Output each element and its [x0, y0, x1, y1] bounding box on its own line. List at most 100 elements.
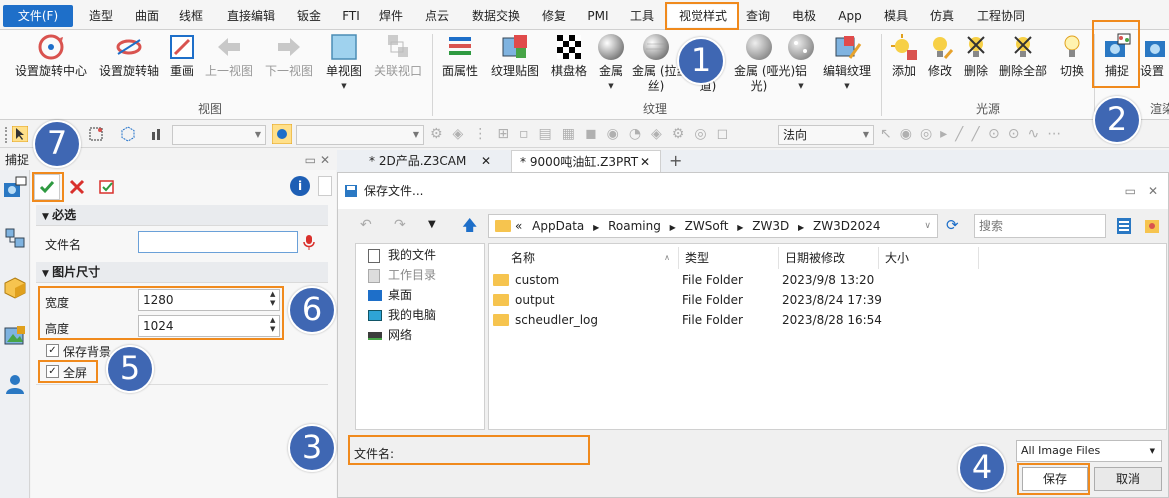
tree-item-work-directory[interactable]: 工作目录 [368, 266, 436, 284]
image-size-section-header[interactable]: ▼ 图片尺寸 [36, 262, 328, 283]
matte-metal-button[interactable]: 金属 (哑光) 光) [734, 32, 795, 94]
filter-combo[interactable]: ▼ [172, 125, 266, 145]
redraw-button[interactable]: 重画 [166, 32, 198, 79]
face-attribute-button[interactable]: 面属性 [440, 32, 480, 79]
menu-fti[interactable]: FTI [338, 5, 364, 27]
up-folder-icon[interactable]: 🡅 [462, 215, 477, 240]
delete-light-button[interactable]: 删除 [960, 32, 992, 79]
info-icon[interactable]: i [290, 176, 310, 196]
menu-modeling[interactable]: 造型 [85, 5, 117, 27]
breadcrumb-appdata[interactable]: AppData [532, 219, 584, 233]
menu-collaboration[interactable]: 工程协同 [972, 5, 1030, 27]
tree-item-my-computer[interactable]: 我的电脑 [368, 306, 436, 324]
menu-query[interactable]: 查询 [742, 5, 774, 27]
tab-2d-product[interactable]: * 2D产品.Z3CAM ✕ [361, 150, 501, 172]
comment-icon[interactable]: ▭ [1125, 173, 1136, 209]
tree-item-network[interactable]: 网络 [368, 326, 412, 344]
forward-icon[interactable]: ↷ [394, 217, 406, 233]
tab-cylinder-part[interactable]: * 9000吨油缸.Z3PRT ✕ [511, 150, 661, 172]
menu-data-exchange[interactable]: 数据交换 [466, 5, 526, 27]
previous-view-button[interactable]: 上一视图 [204, 32, 254, 79]
menu-tools[interactable]: 工具 [626, 5, 658, 27]
edit-texture-button[interactable]: 编辑纹理 ▼ [820, 32, 874, 94]
assembly-tree-icon[interactable] [3, 226, 27, 250]
menu-repair[interactable]: 修复 [538, 5, 570, 27]
close-icon[interactable]: ✕ [640, 151, 650, 173]
breadcrumb-roaming[interactable]: Roaming [608, 219, 661, 233]
filename-input[interactable] [138, 231, 298, 253]
menu-sheetmetal[interactable]: 钣金 [292, 5, 326, 27]
column-type[interactable]: 类型 [679, 247, 779, 269]
view-mode-icon[interactable] [1116, 217, 1132, 235]
user-icon[interactable] [3, 372, 27, 396]
table-row[interactable]: output File Folder 2023/8/24 17:39 [489, 290, 1166, 310]
column-date-modified[interactable]: 日期被修改 [779, 247, 879, 269]
column-name[interactable]: 名称 ∧ [505, 247, 679, 269]
breadcrumb-zw3d[interactable]: ZW3D [752, 219, 789, 233]
menu-weldment[interactable]: 焊件 [374, 5, 408, 27]
normal-direction-combo[interactable]: 法向 ▼ [778, 125, 874, 145]
menu-wireframe[interactable]: 线框 [175, 5, 207, 27]
record-icon[interactable] [302, 234, 316, 250]
cancel-panel-button[interactable] [64, 174, 90, 200]
column-size[interactable]: 大小 [879, 247, 979, 269]
grid-select-icon[interactable] [88, 126, 104, 142]
delete-all-lights-button[interactable]: 删除全部 [996, 32, 1050, 79]
breadcrumb-zwsoft[interactable]: ZWSoft [685, 219, 729, 233]
menu-electrode[interactable]: 电极 [788, 5, 820, 27]
menu-file[interactable]: 文件(F) [3, 5, 73, 27]
capture-panel-icon[interactable] [3, 176, 27, 200]
refresh-icon[interactable]: ⟳ [946, 216, 959, 234]
toggle-light-button[interactable]: 切换 [1056, 32, 1088, 79]
preview-icon[interactable] [1144, 217, 1160, 235]
single-view-button[interactable]: 单视图 ▼ [324, 32, 364, 94]
checkerboard-button[interactable]: 棋盘格 [548, 32, 590, 79]
dialog-close-icon[interactable]: ✕ [1148, 173, 1158, 209]
menu-simulation[interactable]: 仿真 [926, 5, 958, 27]
pick-filter-icon[interactable] [272, 124, 292, 144]
table-row[interactable]: scheudler_log File Folder 2023/8/28 16:5… [489, 310, 1166, 330]
menu-pointcloud[interactable]: 点云 [420, 5, 454, 27]
brushed-metal-button[interactable]: 金属 (拉丝) 丝) [632, 32, 693, 94]
panel-expand-icon[interactable] [318, 176, 332, 196]
modify-light-button[interactable]: 修改 [924, 32, 956, 79]
texture-map-button[interactable]: 纹理贴图 [488, 32, 542, 79]
search-input[interactable]: 搜索 [974, 214, 1106, 238]
keep-background-checkbox[interactable]: ✓ [46, 344, 59, 357]
set-rotation-axis-button[interactable]: 设置旋转轴 [96, 32, 162, 79]
file-type-select[interactable]: All Image Files ▼ [1016, 440, 1162, 462]
apply-button[interactable] [94, 174, 120, 200]
grip-handle[interactable] [5, 127, 7, 143]
address-dropdown-icon[interactable]: ∨ [924, 215, 931, 237]
tree-item-my-files[interactable]: 我的文件 [368, 246, 436, 264]
menu-surface[interactable]: 曲面 [131, 5, 163, 27]
menu-app[interactable]: App [834, 5, 866, 27]
filter-icon[interactable] [150, 126, 166, 142]
tree-item-desktop[interactable]: 桌面 [368, 286, 412, 304]
add-light-button[interactable]: 添加 [886, 32, 922, 79]
part-cube-icon[interactable] [3, 276, 27, 300]
pin-icon[interactable]: ▭ [305, 150, 316, 170]
close-icon[interactable]: ✕ [320, 150, 330, 170]
select-cursor-icon[interactable] [12, 126, 28, 142]
address-bar[interactable]: « AppData ▶ Roaming ▶ ZWSoft ▶ ZW3D ▶ ZW… [488, 214, 938, 238]
table-row[interactable]: custom File Folder 2023/9/8 13:20 [489, 270, 1166, 290]
breadcrumb-root[interactable]: « [515, 219, 522, 233]
image-layer-icon[interactable] [3, 324, 27, 348]
back-icon[interactable]: ↶ [360, 217, 372, 233]
linked-viewport-button[interactable]: 关联视口 [372, 32, 424, 79]
menu-pmi[interactable]: PMI [582, 5, 614, 27]
hexagon-icon[interactable] [120, 126, 136, 142]
next-view-button[interactable]: 下一视图 [264, 32, 314, 79]
add-tab-button[interactable]: + [661, 150, 685, 172]
metal-button[interactable]: 金属 ▼ [594, 32, 628, 94]
set-rotation-center-button[interactable]: 设置旋转中心 [14, 32, 88, 79]
aluminum-button[interactable]: 铝 ▼ [784, 32, 818, 94]
settings-button[interactable]: 设置 [1140, 32, 1169, 79]
history-dropdown-icon[interactable]: ▼ [428, 219, 436, 230]
menu-direct-edit[interactable]: 直接编辑 [222, 5, 280, 27]
breadcrumb-zw3d2024[interactable]: ZW3D2024 [813, 219, 881, 233]
required-section-header[interactable]: ▼ 必选 [36, 205, 328, 226]
cancel-button[interactable]: 取消 [1094, 467, 1162, 491]
menu-mold[interactable]: 模具 [880, 5, 912, 27]
